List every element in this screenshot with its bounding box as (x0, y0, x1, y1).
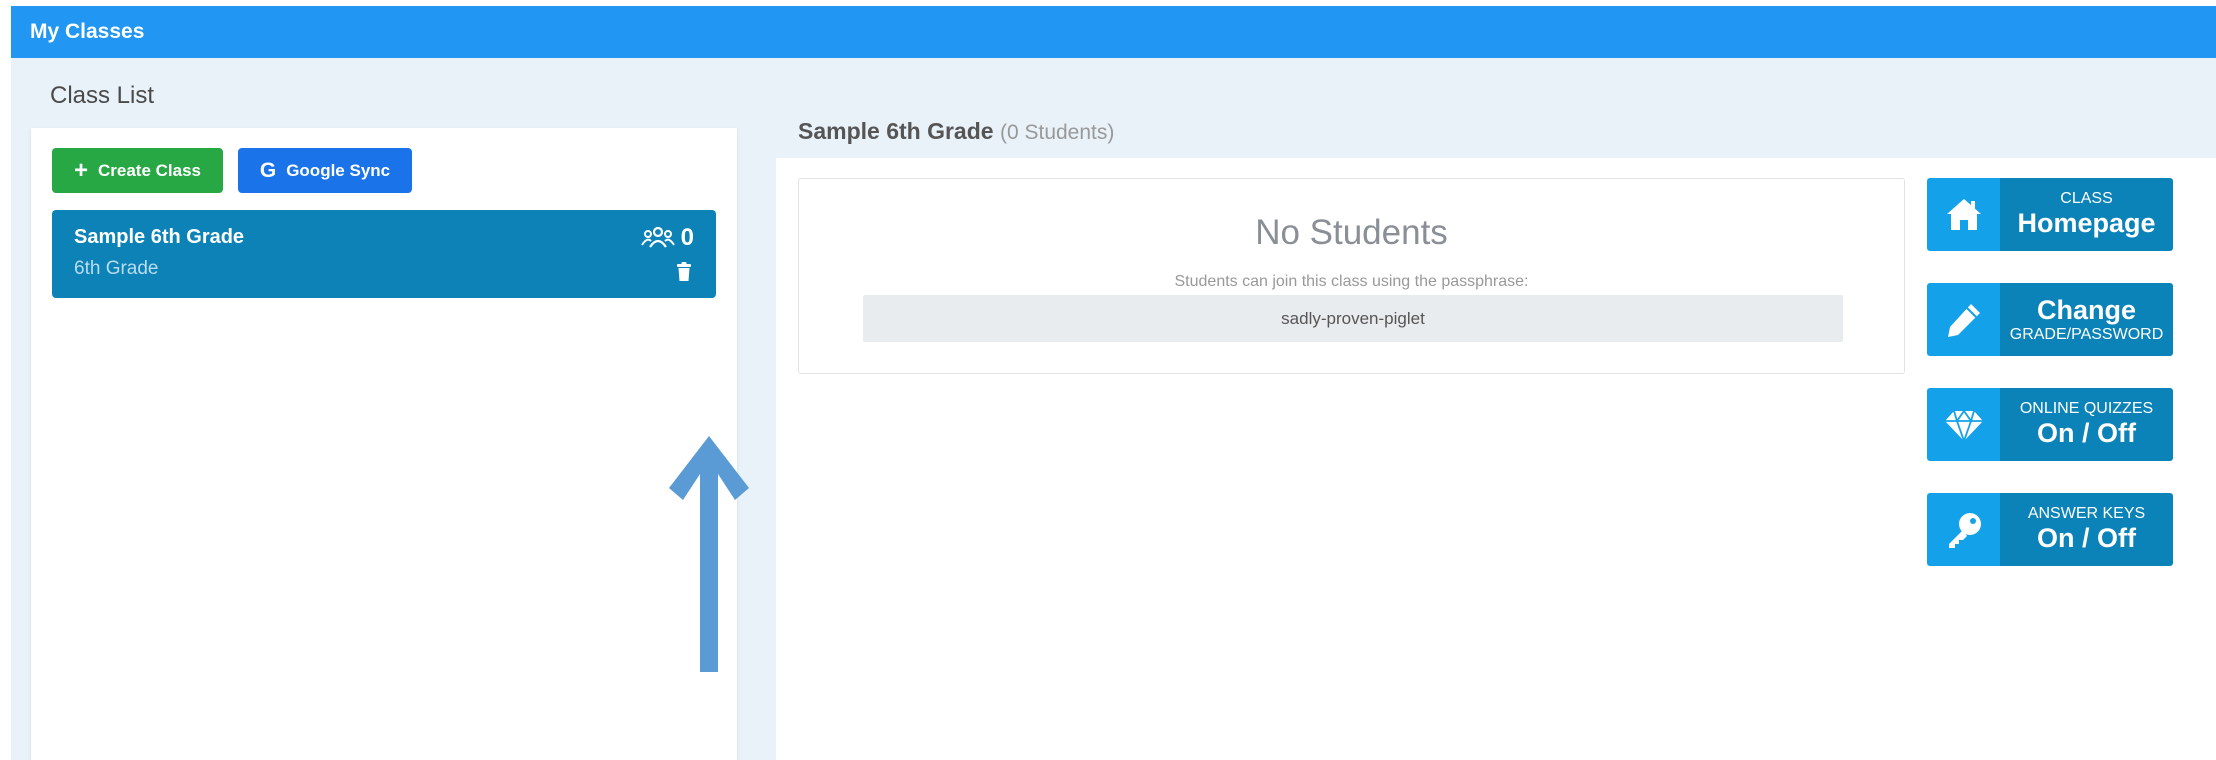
users-icon (640, 226, 675, 248)
answer-keys-toggle[interactable]: ANSWER KEYS On / Off (1927, 493, 2173, 566)
class-grade: 6th Grade (74, 258, 159, 279)
pencil-icon (1927, 283, 2000, 356)
online-quizzes-big: On / Off (2037, 418, 2136, 449)
diamond-icon (1927, 388, 2000, 461)
class-homepage-small: CLASS (2060, 189, 2113, 207)
class-homepage-label: CLASS Homepage (2000, 178, 2173, 251)
online-quizzes-toggle[interactable]: ONLINE QUIZZES On / Off (1927, 388, 2173, 461)
home-icon (1927, 178, 2000, 251)
app-title: My Classes (30, 20, 145, 43)
no-students-heading: No Students (1255, 213, 1448, 252)
plus-icon: + (73, 156, 88, 184)
change-small: GRADE/PASSWORD (2009, 325, 2164, 343)
annotation-arrow (669, 436, 749, 672)
online-quizzes-small: ONLINE QUIZZES (2019, 399, 2154, 417)
student-count: 0 (640, 224, 694, 252)
google-sync-label: Google Sync (286, 160, 391, 180)
create-class-button[interactable]: + Create Class (52, 148, 223, 193)
students-box: No Students Students can join this class… (798, 178, 1905, 374)
class-name: Sample 6th Grade (74, 226, 245, 248)
answer-keys-big: On / Off (2037, 523, 2136, 554)
class-list-title: Class List (50, 82, 155, 109)
passphrase-field[interactable]: sadly-proven-piglet (863, 295, 1843, 342)
class-homepage-button[interactable]: CLASS Homepage (1927, 178, 2173, 251)
online-quizzes-label: ONLINE QUIZZES On / Off (2000, 388, 2173, 461)
trash-icon[interactable] (676, 262, 692, 282)
selected-class-count: (0 Students) (999, 121, 1115, 144)
create-class-label: Create Class (98, 160, 202, 180)
change-grade-password-button[interactable]: Change GRADE/PASSWORD (1927, 283, 2173, 356)
google-sync-button[interactable]: G Google Sync (238, 148, 412, 193)
change-big: Change (2036, 294, 2136, 325)
key-icon (1927, 493, 2000, 566)
class-list-panel: + Create Class G Google Sync Sample 6th … (31, 128, 749, 760)
answer-keys-label: ANSWER KEYS On / Off (2000, 493, 2173, 566)
passphrase-hint: Students can join this class using the p… (1174, 273, 1529, 290)
top-bar: My Classes (11, 6, 2216, 58)
class-homepage-big: Homepage (2017, 208, 2156, 239)
google-icon: G (259, 158, 277, 182)
class-card-sample-6th-grade[interactable]: Sample 6th Grade 6th Grade 0 (52, 210, 716, 298)
answer-keys-small: ANSWER KEYS (2027, 504, 2146, 522)
student-count-value: 0 (680, 224, 694, 251)
selected-class-name: Sample 6th Grade (798, 118, 994, 144)
class-detail-panel: No Students Students can join this class… (776, 158, 2216, 760)
class-detail-title: Sample 6th Grade (0 Students) (798, 118, 1114, 145)
app-window: My Classes Class List + Create Class G G… (11, 6, 2216, 760)
change-grade-password-label: Change GRADE/PASSWORD (2000, 283, 2173, 356)
